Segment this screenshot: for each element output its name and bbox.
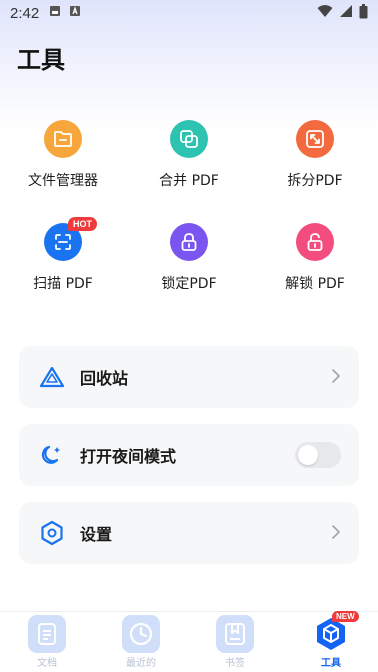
bottom-navigation: 文档 最近的 书签 NEW 工具 bbox=[0, 611, 378, 672]
notification-icon bbox=[49, 5, 61, 21]
nav-tab-documents[interactable]: 文档 bbox=[0, 615, 94, 672]
tool-split-pdf[interactable]: 拆分PDF bbox=[252, 120, 378, 200]
recycle-bin-row[interactable]: 回收站 bbox=[19, 346, 359, 408]
scan-icon: HOT bbox=[44, 217, 97, 261]
folder-icon bbox=[44, 120, 82, 158]
tool-label: 扫描 PDF bbox=[33, 276, 93, 292]
nav-tab-recent[interactable]: 最近的 bbox=[94, 615, 188, 672]
tool-scan-pdf[interactable]: HOT 扫描 PDF bbox=[0, 217, 126, 303]
tool-label: 文件管理器 bbox=[28, 173, 98, 189]
signal-icon bbox=[339, 4, 353, 22]
document-icon bbox=[28, 615, 66, 653]
hot-badge: HOT bbox=[68, 217, 97, 231]
tools-icon: NEW bbox=[312, 611, 359, 653]
settings-label: 设置 bbox=[80, 525, 113, 544]
tool-label: 锁定PDF bbox=[161, 276, 217, 292]
page-title: 工具 bbox=[17, 46, 65, 74]
chevron-right-icon bbox=[331, 368, 341, 387]
nav-label: 工具 bbox=[321, 658, 341, 669]
status-indicators bbox=[317, 3, 368, 23]
nav-label: 最近的 bbox=[126, 658, 156, 669]
chevron-right-icon bbox=[331, 524, 341, 543]
night-mode-toggle[interactable] bbox=[295, 442, 341, 468]
status-time: 2:42 bbox=[10, 4, 40, 22]
clock-icon bbox=[122, 615, 160, 653]
battery-icon bbox=[359, 3, 368, 23]
night-mode-label: 打开夜间模式 bbox=[80, 447, 177, 466]
tool-label: 拆分PDF bbox=[287, 173, 343, 189]
status-bar: 2:42 bbox=[0, 0, 378, 26]
moon-icon bbox=[39, 442, 65, 468]
recycle-bin-icon bbox=[39, 364, 65, 390]
tool-file-manager[interactable]: 文件管理器 bbox=[0, 120, 126, 200]
settings-row[interactable]: 设置 bbox=[19, 502, 359, 564]
unlock-icon bbox=[296, 223, 334, 261]
night-mode-row: 打开夜间模式 bbox=[19, 424, 359, 486]
split-icon bbox=[296, 120, 334, 158]
tool-label: 解锁 PDF bbox=[285, 276, 345, 292]
tool-unlock-pdf[interactable]: 解锁 PDF bbox=[252, 223, 378, 303]
merge-icon bbox=[170, 120, 208, 158]
hexagon-settings-icon bbox=[39, 520, 65, 546]
tool-merge-pdf[interactable]: 合并 PDF bbox=[126, 120, 252, 200]
bookmark-icon bbox=[216, 615, 254, 653]
wifi-icon bbox=[317, 4, 333, 22]
recycle-bin-label: 回收站 bbox=[80, 369, 129, 388]
nav-tab-tools[interactable]: NEW 工具 bbox=[284, 611, 378, 672]
tool-label: 合并 PDF bbox=[159, 173, 219, 189]
nav-label: 书签 bbox=[225, 658, 245, 669]
text-notification-icon bbox=[69, 5, 81, 21]
toggle-knob bbox=[298, 445, 318, 465]
tool-lock-pdf[interactable]: 锁定PDF bbox=[126, 223, 252, 303]
nav-tab-bookmarks[interactable]: 书签 bbox=[188, 615, 282, 672]
nav-label: 文档 bbox=[37, 658, 57, 669]
lock-icon bbox=[170, 223, 208, 261]
new-badge: NEW bbox=[332, 611, 359, 622]
